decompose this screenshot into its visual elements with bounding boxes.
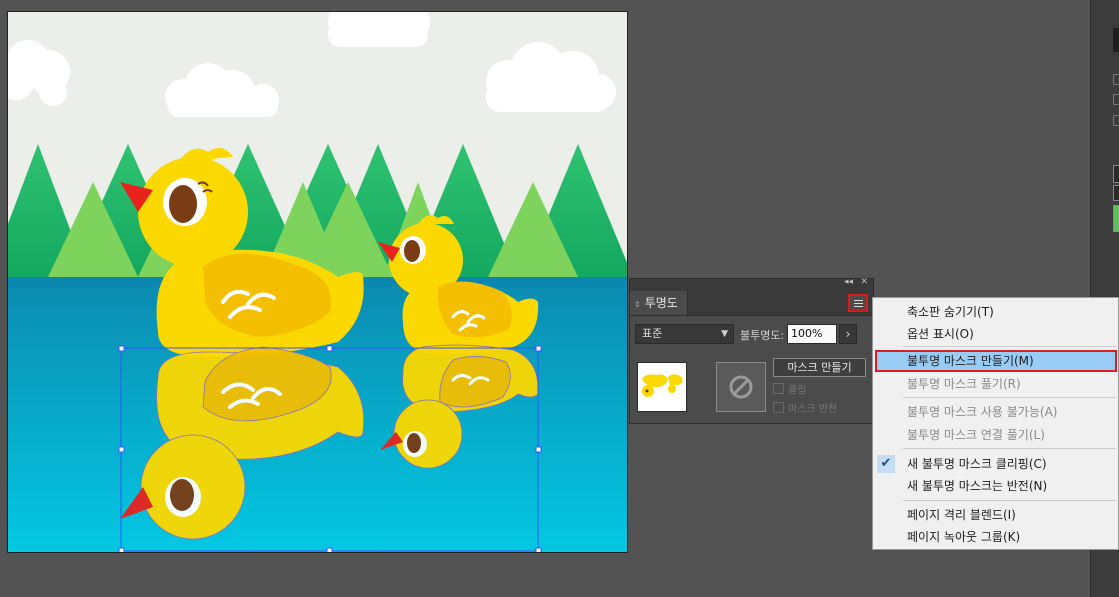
checkbox-box: [773, 383, 784, 394]
menu-separator: [903, 397, 1116, 398]
duck-illustration: [8, 12, 627, 552]
opacity-label: 불투명도:: [740, 329, 785, 342]
panel-menu-button[interactable]: [848, 294, 868, 312]
thumbnail-image: [638, 363, 686, 411]
opacity-input[interactable]: 100%: [787, 324, 837, 344]
blend-mode-select[interactable]: 표준 ▼: [635, 324, 734, 344]
menu-item-label: 새 불투명 마스크는 반전(N): [907, 479, 1048, 493]
panel-tabbar: ⇕ 투명도: [630, 291, 873, 316]
menu-item-make-opacity-mask[interactable]: 불투명 마스크 만들기(M): [875, 350, 1117, 372]
checkbox-box: [773, 402, 784, 413]
menu-item-unlink-opacity-mask[interactable]: 불투명 마스크 연결 풀기(L): [873, 424, 1119, 446]
menu-separator: [903, 448, 1116, 449]
double-chevron-left-icon[interactable]: ◂◂: [844, 277, 853, 287]
clip-checkbox[interactable]: 클립: [773, 383, 806, 397]
hamburger-icon-line: [854, 306, 863, 307]
artwork-thumbnail[interactable]: [637, 362, 687, 412]
menu-item-label: 불투명 마스크 연결 풀기(L): [907, 428, 1045, 442]
dock-checkbox[interactable]: [1113, 94, 1119, 105]
no-entry-icon: [729, 375, 753, 399]
checkmark-icon: ✔: [877, 455, 895, 473]
menu-item-page-isolated-blend[interactable]: 페이지 격리 블렌드(I): [873, 504, 1119, 526]
menu-item-new-mask-inverted[interactable]: 새 불투명 마스크는 반전(N): [873, 475, 1119, 497]
transparency-panel: ◂◂ ✕ ⇕ 투명도 표준 ▼ 불투명도: 100% › 마스크 만들기 클립 …: [629, 277, 874, 424]
menu-separator: [903, 346, 1116, 347]
opacity-arrow-button[interactable]: ›: [839, 324, 857, 344]
hamburger-icon-line: [854, 303, 863, 304]
close-icon[interactable]: ✕: [860, 277, 868, 287]
menu-item-label: 페이지 녹아웃 그룹(K): [907, 530, 1021, 544]
panel-titlebar[interactable]: ◂◂ ✕: [630, 277, 873, 291]
menu-item-label: 새 불투명 마스크 클리핑(C): [907, 457, 1047, 471]
tab-label: 투명도: [644, 296, 678, 310]
menu-item-disable-opacity-mask[interactable]: 불투명 마스크 사용 불가능(A): [873, 401, 1119, 423]
menu-item-label: 축소판 숨기기(T): [907, 305, 994, 319]
chevron-down-icon: ▼: [721, 329, 728, 339]
menu-item-label: 불투명 마스크 사용 불가능(A): [907, 405, 1058, 419]
mask-thumbnail[interactable]: [716, 362, 766, 412]
dock-swatch[interactable]: [1113, 205, 1119, 232]
dock-field[interactable]: [1113, 28, 1119, 52]
menu-item-label: 옵션 표시(O): [907, 327, 974, 341]
hamburger-icon: [854, 300, 863, 301]
artboard[interactable]: [7, 11, 628, 553]
clip-label: 클립: [788, 385, 807, 396]
menu-item-label: 불투명 마스크 풀기(R): [907, 377, 1021, 391]
tab-transparency[interactable]: ⇕ 투명도: [630, 291, 688, 315]
dock-checkbox[interactable]: [1113, 115, 1119, 126]
invert-mask-checkbox[interactable]: 마스크 반전: [773, 402, 837, 416]
menu-item-label: 페이지 격리 블렌드(I): [907, 508, 1016, 522]
blend-opacity-row: 표준 ▼ 불투명도: 100% ›: [635, 324, 867, 346]
blend-mode-value: 표준: [642, 327, 663, 340]
menu-item-new-mask-clipping[interactable]: ✔ 새 불투명 마스크 클리핑(C): [873, 453, 1119, 475]
chevron-right-icon: ›: [845, 327, 851, 341]
double-arrow-icon: ⇕: [634, 300, 641, 309]
make-mask-button[interactable]: 마스크 만들기: [773, 358, 866, 377]
dock-checkbox[interactable]: [1113, 74, 1119, 85]
menu-item-label: 불투명 마스크 만들기(M): [907, 354, 1034, 368]
panel-flyout-menu: 축소판 숨기기(T) 옵션 표시(O) 불투명 마스크 만들기(M) 불투명 마…: [872, 297, 1119, 550]
menu-item-page-knockout-group[interactable]: 페이지 녹아웃 그룹(K): [873, 526, 1119, 548]
menu-item-hide-thumbnails[interactable]: 축소판 숨기기(T): [873, 301, 1119, 323]
menu-item-show-options[interactable]: 옵션 표시(O): [873, 323, 1119, 345]
menu-item-release-opacity-mask[interactable]: 불투명 마스크 풀기(R): [873, 373, 1119, 395]
dock-swatch[interactable]: [1113, 185, 1119, 201]
dock-swatch[interactable]: [1113, 165, 1119, 183]
menu-separator: [903, 500, 1116, 501]
invert-mask-label: 마스크 반전: [788, 404, 838, 415]
opacity-value: 100%: [791, 327, 823, 340]
